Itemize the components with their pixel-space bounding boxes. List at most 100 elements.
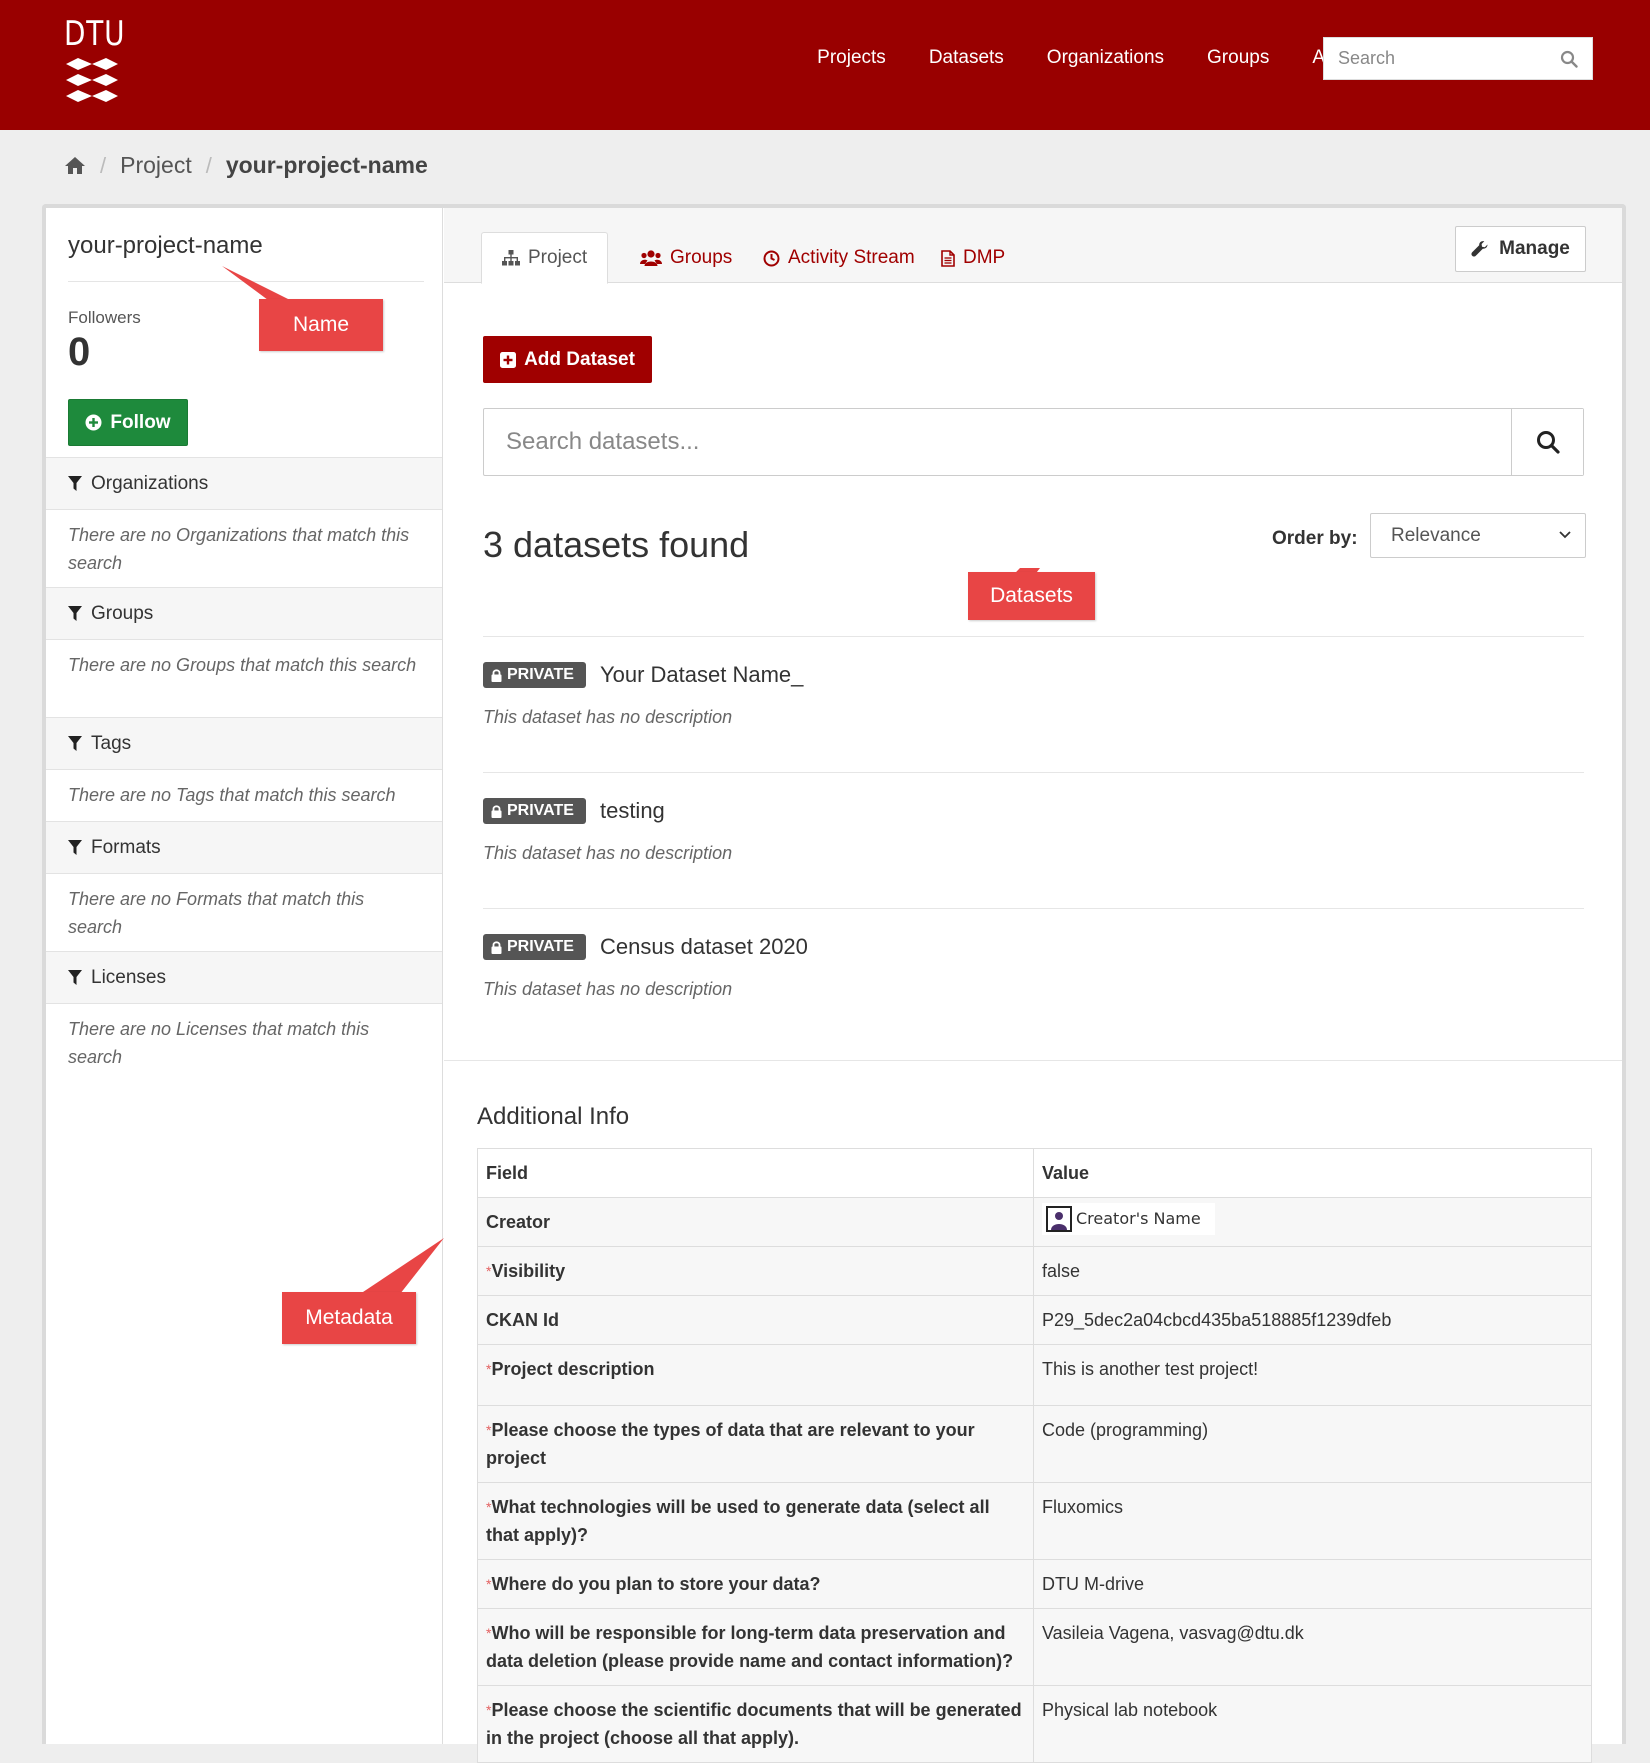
table-header-row: Field Value: [477, 1148, 1592, 1198]
name-callout: Name: [259, 299, 383, 351]
facet-empty-text: There are no Formats that match this sea…: [68, 889, 365, 937]
lock-icon: [491, 668, 502, 682]
table-row: *Who will be responsible for long-term d…: [477, 1608, 1592, 1686]
table-row: *Visibility false: [477, 1246, 1592, 1296]
badge-text: PRIVATE: [507, 938, 574, 955]
dataset-name-link[interactable]: Census dataset 2020: [600, 934, 808, 960]
home-icon[interactable]: [64, 156, 86, 175]
followers-count: 0: [68, 330, 91, 374]
search-icon[interactable]: [1560, 50, 1578, 68]
filter-icon: [68, 475, 82, 491]
field-label: Where do you plan to store your data?: [491, 1574, 821, 1594]
table-row: CKAN Id P29_5dec2a04cbcd435ba518885f1239…: [477, 1295, 1592, 1345]
field-cell: *Where do you plan to store your data?: [477, 1559, 1034, 1609]
creator-name: Creator's Name: [1076, 1209, 1201, 1228]
dataset-item: PRIVATE testing This dataset has no desc…: [483, 772, 1584, 863]
follow-button[interactable]: Follow: [68, 399, 188, 446]
dataset-item: PRIVATE Census dataset 2020 This dataset…: [483, 908, 1584, 999]
wrench-icon: [1471, 241, 1488, 257]
value-cell: Creator's Name: [1033, 1197, 1592, 1247]
lock-icon: [491, 940, 502, 954]
facet-tags[interactable]: Tags: [46, 717, 442, 770]
filter-icon: [68, 735, 82, 751]
breadcrumb-current[interactable]: your-project-name: [226, 152, 428, 179]
order-by-label: Order by:: [1272, 528, 1358, 549]
tab-groups[interactable]: Groups: [620, 232, 752, 284]
sidebar: your-project-name Followers 0 Follow Org…: [46, 208, 443, 1744]
facet-empty-text: There are no Tags that match this search: [68, 785, 396, 805]
private-badge: PRIVATE: [483, 798, 586, 824]
tab-label: DMP: [963, 247, 1006, 268]
dataset-description: This dataset has no description: [483, 843, 733, 863]
dataset-search-button[interactable]: [1511, 409, 1583, 475]
dataset-item: PRIVATE Your Dataset Name_ This dataset …: [483, 636, 1584, 727]
tab-label: Groups: [670, 247, 733, 268]
tab-label: Project: [528, 247, 588, 268]
facet-formats[interactable]: Formats: [46, 821, 442, 874]
badge-text: PRIVATE: [507, 802, 574, 819]
facet-empty-text: There are no Licenses that match this se…: [68, 1019, 370, 1067]
plus-square-icon: [500, 351, 517, 368]
add-dataset-label: Add Dataset: [524, 348, 635, 370]
facet-title: Groups: [91, 602, 154, 624]
facet-title: Tags: [91, 732, 132, 754]
value-cell: false: [1033, 1246, 1592, 1296]
metadata-callout: Metadata: [282, 1292, 416, 1344]
facet-empty-text: There are no Groups that match this sear…: [68, 655, 417, 675]
masthead: DTU Projects Datasets Organizations Grou…: [0, 0, 1650, 130]
tabs-bar: Project Groups Activity Stream DMP Manag…: [444, 208, 1622, 284]
facet-licenses[interactable]: Licenses: [46, 951, 442, 1004]
nav-organizations[interactable]: Organizations: [1047, 46, 1164, 70]
facet-organizations[interactable]: Organizations: [46, 457, 442, 510]
dataset-heading: PRIVATE Your Dataset Name_: [483, 662, 803, 688]
breadcrumb: / Project / your-project-name: [64, 152, 428, 179]
dataset-name-link[interactable]: Your Dataset Name_: [600, 662, 803, 688]
field-cell: CKAN Id: [477, 1295, 1034, 1345]
field-cell: *What technologies will be used to gener…: [477, 1482, 1034, 1560]
value-cell: Physical lab notebook: [1033, 1685, 1592, 1763]
value-cell: This is another test project!: [1033, 1344, 1592, 1406]
additional-info-heading: Additional Info: [477, 1103, 630, 1130]
filter-icon: [68, 839, 82, 855]
tab-project[interactable]: Project: [481, 232, 609, 284]
dataset-search: [483, 408, 1584, 476]
field-label: What technologies will be used to genera…: [486, 1497, 990, 1545]
creator-chip: Creator's Name: [1042, 1203, 1215, 1235]
facet-title: Licenses: [91, 966, 166, 988]
site-search-input[interactable]: [1324, 38, 1544, 79]
add-dataset-button[interactable]: Add Dataset: [483, 336, 652, 383]
main-content: Project Groups Activity Stream DMP Manag…: [444, 208, 1622, 1763]
nav-projects[interactable]: Projects: [817, 46, 886, 70]
dataset-search-input[interactable]: [484, 409, 1514, 475]
column-header-value: Value: [1033, 1148, 1592, 1198]
facet-groups[interactable]: Groups: [46, 587, 442, 640]
facet-title: Formats: [91, 836, 161, 858]
dtu-logo[interactable]: DTU: [64, 16, 125, 102]
nav-groups[interactable]: Groups: [1207, 46, 1269, 70]
dataset-description: This dataset has no description: [483, 707, 733, 727]
facet-title: Organizations: [91, 472, 209, 494]
main-nav: Projects Datasets Organizations Groups A…: [817, 46, 1362, 70]
sitemap-icon: [502, 250, 520, 266]
field-label: Please choose the types of data that are…: [486, 1420, 975, 1468]
order-by-value: Relevance: [1391, 524, 1481, 546]
breadcrumb-project[interactable]: Project: [120, 152, 192, 179]
dataset-name-link[interactable]: testing: [600, 798, 665, 824]
manage-button[interactable]: Manage: [1455, 226, 1586, 272]
field-label: CKAN Id: [486, 1310, 559, 1330]
private-badge: PRIVATE: [483, 934, 586, 960]
field-cell: *Who will be responsible for long-term d…: [477, 1608, 1034, 1686]
breadcrumb-separator: /: [205, 152, 212, 178]
site-search: [1323, 37, 1593, 80]
datasets-callout: Datasets: [968, 572, 1095, 620]
tab-activity-stream[interactable]: Activity Stream: [743, 232, 935, 284]
additional-info-table: Field Value Creator Creator's Name *Visi…: [477, 1148, 1592, 1763]
tab-dmp[interactable]: DMP: [921, 232, 1025, 284]
field-cell: *Project description: [477, 1344, 1034, 1406]
divider: [444, 1060, 1622, 1061]
plus-circle-icon: [85, 414, 102, 431]
nav-datasets[interactable]: Datasets: [929, 46, 1004, 70]
dataset-description: This dataset has no description: [483, 979, 733, 999]
dataset-heading: PRIVATE testing: [483, 798, 665, 824]
order-by-select[interactable]: Relevance: [1370, 513, 1586, 558]
